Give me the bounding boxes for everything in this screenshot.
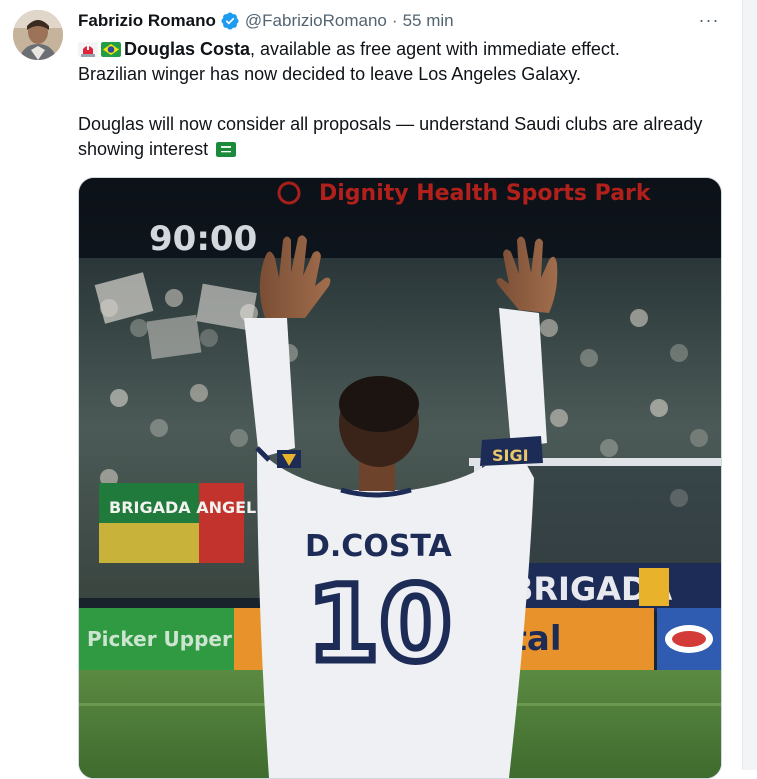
tweet-media-photo[interactable]: Dignity Health Sports Park 90:00 BRIGADA… (78, 177, 722, 779)
stadium-sign: Dignity Health Sports Park (319, 181, 652, 206)
captain-armband: SIGI (492, 446, 529, 465)
avatar-photo-icon (13, 10, 63, 60)
brazil-flag-icon (101, 42, 121, 57)
separator-dot: · (391, 11, 398, 30)
tweet-line-1-rest: , available as free agent with immediate… (250, 39, 620, 59)
display-name[interactable]: Fabrizio Romano (78, 11, 216, 31)
scoreboard: 90:00 (149, 219, 257, 259)
verified-badge-icon (221, 12, 239, 30)
more-horizontal-icon: ··· (698, 10, 720, 30)
timestamp[interactable]: 55 min (403, 11, 454, 31)
tweet-paragraph-2: Douglas will now consider all proposals … (78, 112, 728, 162)
tweet-paragraph-2-text: Douglas will now consider all proposals … (78, 114, 703, 159)
tweet-paragraph-1: Douglas Costa, available as free agent w… (78, 37, 728, 87)
tweet-header: Fabrizio Romano @FabrizioRomano · 55 min (78, 8, 454, 34)
siren-emoji-icon (78, 42, 98, 57)
saudi-flag-icon (216, 142, 237, 157)
more-options-button[interactable]: ··· (698, 10, 720, 32)
jersey-name: D.COSTA (305, 529, 453, 564)
right-scrollbar-area (742, 0, 757, 770)
tweet-line-2: Brazilian winger has now decided to leav… (78, 64, 581, 84)
banner-left-text: BRIGADA ANGELES (109, 498, 279, 517)
user-handle[interactable]: @FabrizioRomano (245, 11, 387, 31)
player-photo: Dignity Health Sports Park 90:00 BRIGADA… (79, 178, 721, 778)
ad-left-text: Picker Upper (87, 627, 232, 651)
tweet-text: Douglas Costa, available as free agent w… (78, 37, 728, 162)
avatar[interactable] (13, 10, 63, 60)
jersey-number: 10 (307, 563, 452, 685)
player-name: Douglas Costa (124, 39, 251, 59)
